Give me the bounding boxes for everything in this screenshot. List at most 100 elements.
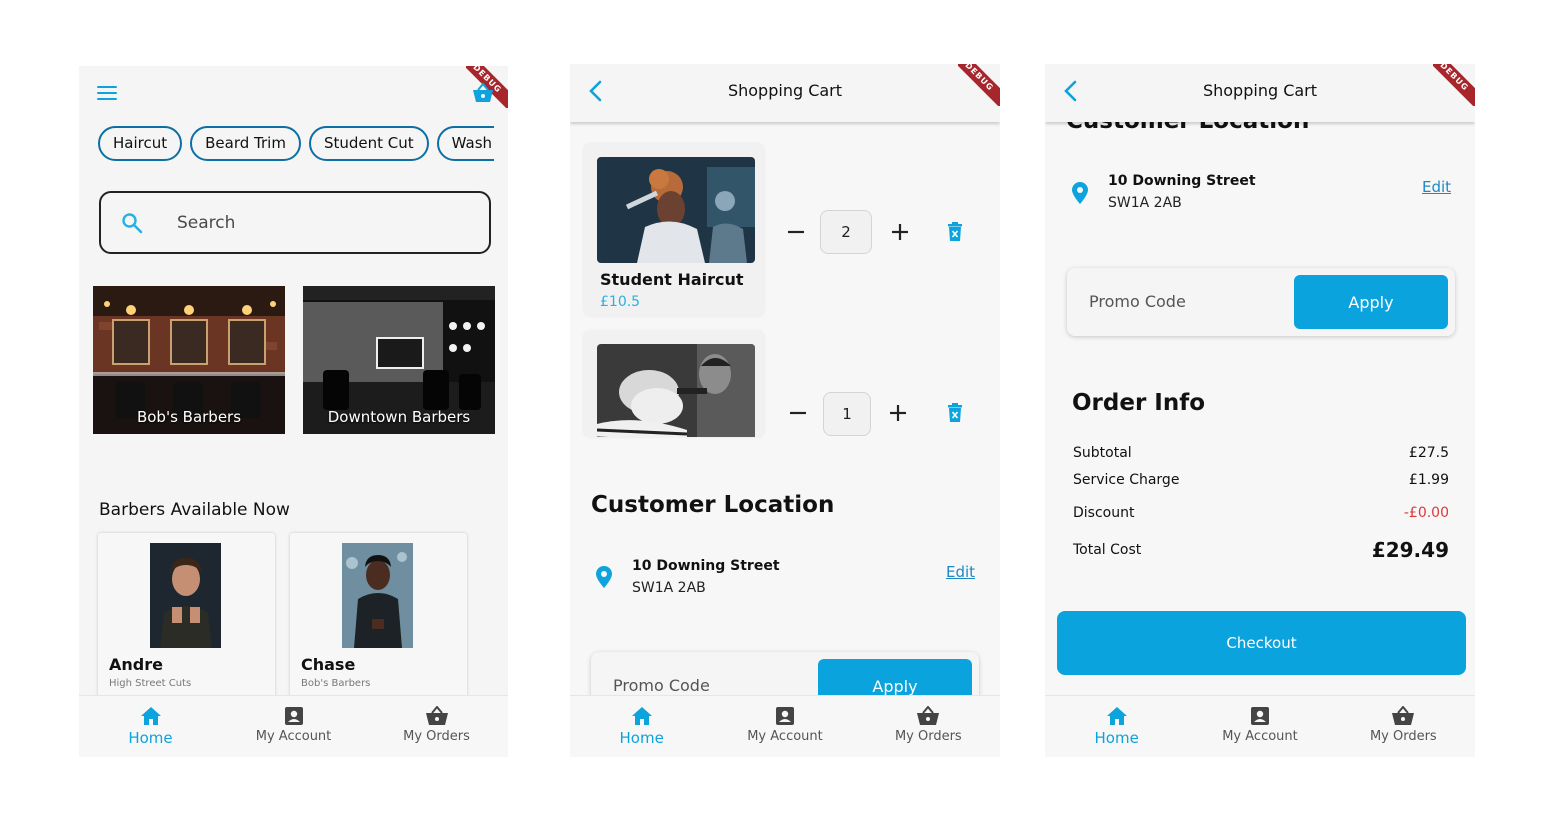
cart-screen: Shopping Cart DEBUG Student Haircut £10.… [570,64,1000,757]
location-pin-icon [1072,182,1088,204]
barber-shop: Bob's Barbers [301,678,371,689]
checkout-button[interactable]: Checkout [1057,611,1466,675]
barber-photo [150,543,221,648]
address-line-1: 10 Downing Street [632,558,780,574]
barber-name: Chase [301,655,356,674]
nav-orders-label: My Orders [894,729,962,744]
nav-home-label: Home [128,729,173,747]
address-line-2: SW1A 2AB [632,580,706,596]
category-chips: Haircut Beard Trim Student Cut Wash & [98,126,494,161]
nav-account-label: My Account [747,729,823,744]
page-title: Shopping Cart [727,81,843,100]
nav-home-label: Home [619,729,664,747]
subtotal-row: Subtotal £27.5 [1073,445,1449,461]
barber-photo [342,543,413,648]
bottom-nav: Home My Account My Orders [570,695,1000,757]
menu-icon[interactable] [97,85,117,101]
nav-home-label: Home [1094,729,1139,747]
basket-icon [917,706,940,725]
search-icon [122,213,143,234]
item-name: Student Haircut [600,270,744,289]
quantity-field[interactable]: 1 [823,392,871,436]
nav-home[interactable]: Home [79,696,222,757]
home-screen: DEBUG Haircut Beard Trim Student Cut Was… [79,66,508,757]
bottom-nav: Home My Account My Orders [79,695,508,757]
promo-code-input[interactable] [613,676,803,695]
haircut-image [597,157,755,263]
shop-card-downtown-barbers[interactable]: Downtown Barbers [303,286,495,434]
item-price: £10.5 [600,294,641,310]
nav-account[interactable]: My Account [713,696,856,757]
discount-row: Discount -£0.00 [1073,505,1449,521]
plus-icon[interactable] [890,222,910,242]
trash-icon[interactable] [947,222,963,242]
account-icon [284,707,303,725]
shop-name: Downtown Barbers [327,408,471,426]
home-icon [631,707,652,725]
barber-card-andre[interactable]: Andre High Street Cuts [98,533,275,703]
page-title: Shopping Cart [1202,81,1318,100]
nav-account-label: My Account [255,729,332,744]
total-label: Total Cost [1073,542,1142,558]
account-icon [775,707,794,725]
section-title: Barbers Available Now [99,500,290,520]
chip-beard-trim[interactable]: Beard Trim [190,126,301,161]
basket-icon [425,706,448,725]
discount-value: -£0.00 [1403,505,1449,521]
cart-item: Student Haircut £10.5 [584,144,764,316]
nav-account[interactable]: My Account [222,696,365,757]
discount-label: Discount [1073,505,1135,521]
customer-location-heading: Customer Location [591,492,835,518]
nav-orders[interactable]: My Orders [857,696,1000,757]
home-icon [140,707,161,725]
address-line-1: 10 Downing Street [1108,173,1256,189]
nav-account-label: My Account [1222,729,1298,744]
search-box [99,191,491,254]
cart-screen-scrolled: Shopping Cart DEBUG Customer Location 10… [1045,64,1475,757]
shop-name: Bob's Barbers [136,408,242,426]
barber-name: Andre [109,655,163,674]
nav-home[interactable]: Home [1045,696,1188,757]
total-value: £29.49 [1371,538,1449,562]
plus-icon[interactable] [888,403,908,423]
total-row: Total Cost £29.49 [1073,538,1449,562]
promo-code-input[interactable] [1089,292,1279,311]
subtotal-value: £27.5 [1408,445,1449,461]
apply-button[interactable]: Apply [1294,275,1448,329]
chip-haircut[interactable]: Haircut [98,126,183,161]
trash-icon[interactable] [947,403,963,423]
minus-icon[interactable] [788,403,808,423]
chip-student-cut[interactable]: Student Cut [308,126,429,161]
subtotal-label: Subtotal [1073,445,1132,461]
promo-code-card: Apply [1067,268,1455,336]
beard-trim-image [597,344,755,437]
app-bar: Shopping Cart [570,64,1000,122]
location-pin-icon [596,566,612,588]
quantity-field[interactable]: 2 [820,210,872,254]
nav-orders-label: My Orders [403,729,470,744]
edit-location-link[interactable]: Edit [1422,178,1451,196]
search-input[interactable] [177,209,467,237]
debug-banner: DEBUG [1433,64,1475,106]
service-charge-label: Service Charge [1073,472,1180,488]
bottom-nav: Home My Account My Orders [1045,695,1475,757]
barber-shop: High Street Cuts [109,678,192,689]
minus-icon[interactable] [786,222,806,242]
nav-orders-label: My Orders [1369,729,1437,744]
account-icon [1250,707,1269,725]
chip-wash[interactable]: Wash & [436,126,494,161]
nav-home[interactable]: Home [570,696,713,757]
nav-account[interactable]: My Account [1188,696,1331,757]
debug-banner: DEBUG [958,64,1000,106]
nav-orders[interactable]: My Orders [365,696,508,757]
edit-location-link[interactable]: Edit [946,563,975,581]
service-charge-row: Service Charge £1.99 [1073,472,1449,488]
address-line-2: SW1A 2AB [1108,195,1182,211]
basket-icon [1392,706,1415,725]
cart-item [584,331,764,437]
nav-orders[interactable]: My Orders [1332,696,1475,757]
barber-card-chase[interactable]: Chase Bob's Barbers [290,533,467,703]
basket-icon[interactable] [471,82,495,104]
service-charge-value: £1.99 [1408,472,1449,488]
shop-card-bobs-barbers[interactable]: Bob's Barbers [93,286,285,434]
